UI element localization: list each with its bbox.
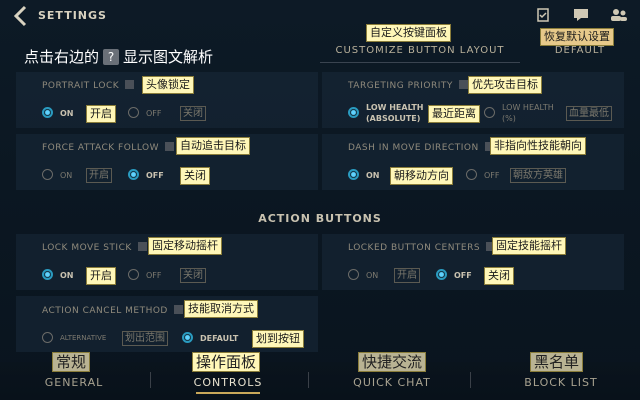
targeting-low-health-absolute-label: LOW HEALTH (ABSOLUTE) (366, 103, 424, 123)
locked-centers-off-radio[interactable] (436, 269, 447, 280)
portrait-lock-on-annotation: 开启 (86, 105, 116, 123)
portrait-lock-off-label: OFF (146, 109, 162, 118)
action-cancel-method-label: ACTION CANCEL METHOD (42, 305, 183, 316)
cancel-default-label: DEFAULT (200, 334, 239, 343)
chat-icon[interactable] (572, 8, 590, 24)
lock-move-stick-off-label: OFF (146, 271, 162, 280)
dash-direction-off-annotation: 朝敌方英雄 (510, 168, 566, 183)
dash-direction-annotation: 非指向性技能朝向 (490, 137, 586, 155)
cancel-method-annotation: 技能取消方式 (184, 300, 258, 318)
cancel-alternative-label: ALTERNATIVE (60, 334, 107, 342)
back-chevron-icon[interactable] (10, 4, 32, 28)
tab-controls[interactable]: CONTROLS (178, 376, 278, 389)
targeting-opt2-annotation: 血量最低 (566, 106, 612, 121)
tab-divider (150, 372, 151, 388)
lock-move-stick-on-radio[interactable] (42, 269, 53, 280)
help-icon[interactable] (137, 242, 147, 251)
controls-annotation: 操作面板 (192, 352, 261, 372)
cancel-default-annotation: 划到按钮 (252, 330, 304, 348)
quick-chat-annotation: 快捷交流 (358, 352, 427, 372)
help-icon[interactable] (173, 305, 183, 314)
help-hint: 点击右边的? 显示图文解析 (24, 46, 213, 67)
dash-direction-on-annotation: 朝移动方向 (390, 167, 453, 185)
tab-divider (308, 372, 309, 388)
force-attack-follow-label: FORCE ATTACK FOLLOW (42, 142, 174, 153)
action-buttons-heading: ACTION BUTTONS (258, 212, 382, 225)
dash-direction-on-radio[interactable] (348, 169, 359, 180)
force-attack-on-radio[interactable] (42, 169, 53, 180)
force-attack-off-annotation: 关闭 (180, 167, 210, 185)
locked-centers-off-label: OFF (454, 271, 472, 280)
help-icon[interactable] (458, 80, 468, 89)
locked-centers-on-label: ON (366, 271, 379, 280)
force-attack-on-annotation: 开启 (86, 168, 112, 183)
help-icon[interactable] (125, 80, 135, 89)
cancel-default-radio[interactable] (182, 332, 193, 343)
targeting-priority-label: TARGETING PRIORITY (348, 80, 468, 91)
force-attack-off-label: OFF (146, 171, 164, 180)
portrait-lock-on-radio[interactable] (42, 107, 53, 118)
portrait-lock-off-annotation: 关闭 (180, 106, 206, 121)
hint-text-after: 显示图文解析 (123, 48, 214, 66)
portrait-lock-label: PORTRAIT LOCK (42, 80, 135, 91)
targeting-opt1-annotation: 最近距离 (428, 105, 480, 123)
active-tab-underline (196, 392, 260, 394)
help-icon[interactable] (165, 142, 174, 151)
locked-centers-off-annotation: 关闭 (484, 267, 514, 285)
dash-direction-off-label: OFF (484, 171, 500, 180)
force-attack-on-label: ON (60, 171, 73, 180)
lock-move-stick-off-radio[interactable] (128, 269, 139, 280)
portrait-lock-on-label: ON (60, 109, 74, 118)
force-attack-off-radio[interactable] (128, 169, 139, 180)
targeting-low-health-percent-radio[interactable] (484, 107, 495, 118)
block-list-annotation: 黑名单 (530, 352, 584, 372)
dash-direction-off-radio[interactable] (466, 169, 477, 180)
dash-direction-on-label: ON (366, 171, 380, 180)
page-title: SETTINGS (38, 9, 107, 22)
locked-button-centers-label: LOCKED BUTTON CENTERS (348, 242, 496, 253)
lock-move-stick-on-label: ON (60, 271, 74, 280)
tab-block-list[interactable]: BLOCK LIST (506, 376, 616, 389)
portrait-lock-annotation: 头像锁定 (142, 76, 194, 94)
customize-button-layout-tab[interactable]: CUSTOMIZE BUTTON LAYOUT (320, 40, 520, 63)
targeting-low-health-percent-label: LOW HEALTH (%) (502, 103, 554, 123)
question-mark-icon: ? (103, 49, 120, 65)
mission-icon[interactable] (534, 8, 552, 24)
tab-quick-chat[interactable]: QUICK CHAT (340, 376, 444, 389)
targeting-priority-annotation: 优先攻击目标 (468, 76, 542, 94)
default-tab[interactable]: DEFAULT (540, 40, 620, 62)
locked-centers-on-annotation: 开启 (394, 268, 420, 283)
hint-text-before: 点击右边的 (24, 48, 100, 66)
friends-icon[interactable] (610, 8, 628, 24)
lock-move-stick-off-annotation: 关闭 (180, 268, 206, 283)
targeting-low-health-absolute-radio[interactable] (348, 107, 359, 118)
locked-centers-annotation: 固定技能摇杆 (492, 237, 566, 255)
general-annotation: 常规 (52, 352, 91, 372)
tab-divider (470, 372, 471, 388)
tab-general[interactable]: GENERAL (24, 376, 124, 389)
cancel-alternative-radio[interactable] (42, 332, 53, 343)
cancel-alternative-annotation: 划出范围 (122, 331, 168, 346)
lock-move-stick-on-annotation: 开启 (86, 267, 116, 285)
force-attack-annotation: 自动追击目标 (176, 137, 250, 155)
lock-move-stick-annotation: 固定移动摇杆 (148, 237, 222, 255)
lock-move-stick-label: LOCK MOVE STICK (42, 242, 147, 253)
locked-centers-on-radio[interactable] (348, 269, 359, 280)
portrait-lock-off-radio[interactable] (128, 107, 139, 118)
dash-direction-label: DASH IN MOVE DIRECTION (348, 142, 494, 153)
